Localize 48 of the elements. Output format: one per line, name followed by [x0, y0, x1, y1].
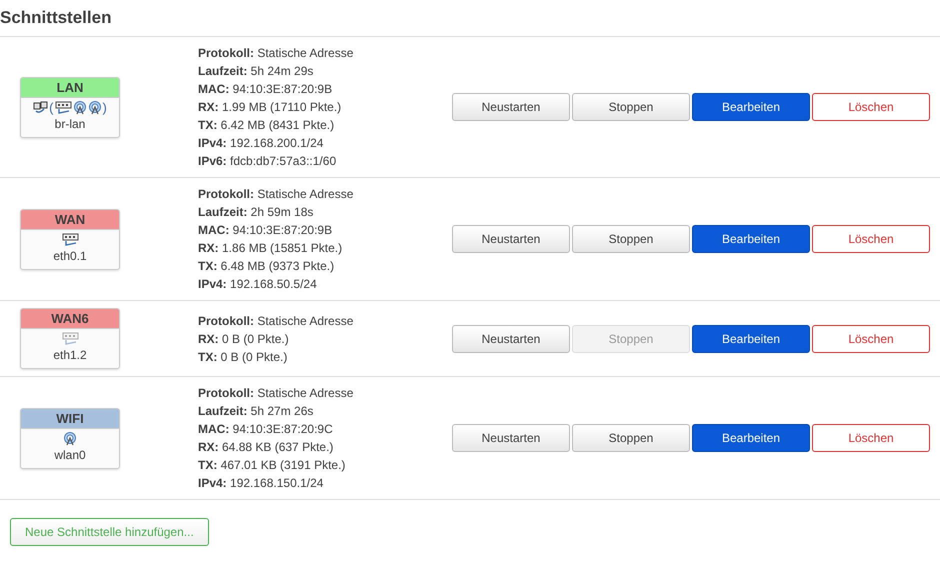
detail-line: Protokoll: Statische Adresse — [198, 45, 354, 62]
parenthesis: ( — [49, 100, 54, 114]
detail-line: TX: 0 B (0 Pkte.) — [198, 348, 288, 366]
interface-name: WAN — [21, 210, 119, 230]
detail-line: RX: 1.99 MB (17110 Pkte.) — [198, 99, 342, 116]
action-button[interactable]: Stoppen — [572, 424, 690, 452]
detail-line: TX: 6.48 MB (9373 Pkte.) — [198, 258, 336, 275]
detail-line: RX: 1.86 MB (15851 Pkte.) — [198, 240, 344, 257]
detail-line: Laufzeit: 2h 59m 18s — [198, 204, 314, 221]
detail-line: MAC: 94:10:3E:87:20:9B — [198, 81, 334, 98]
detail-line: Laufzeit: 5h 27m 26s — [198, 403, 314, 420]
detail-line: Protokoll: Statische Adresse — [198, 312, 354, 330]
device-name: eth0.1 — [52, 248, 88, 264]
interface-name: WIFI — [21, 408, 119, 428]
action-button[interactable]: Neustarten — [452, 225, 570, 253]
action-button[interactable]: Löschen — [812, 324, 930, 352]
detail-line: IPv4: 192.168.200.1/24 — [198, 135, 324, 152]
detail-line: IPv4: 192.168.50.5/24 — [198, 276, 318, 293]
action-button[interactable]: Bearbeiten — [692, 93, 810, 121]
detail-line: RX: 64.88 KB (637 Pkte.) — [198, 439, 334, 456]
device-name: wlan0 — [53, 446, 87, 462]
detail-line: Protokoll: Statische Adresse — [198, 385, 354, 402]
detail-line: MAC: 94:10:3E:87:20:9C — [198, 421, 334, 438]
section-title: Schnittstellen — [0, 7, 112, 29]
detail-line: IPv6: fdcb:db7:57a3::1/60 — [198, 153, 338, 170]
parenthesis: ) — [102, 100, 107, 114]
action-button[interactable]: Löschen — [812, 93, 930, 121]
action-button[interactable]: Neustarten — [452, 424, 570, 452]
detail-line: Laufzeit: 5h 24m 29s — [198, 63, 314, 80]
action-button[interactable]: Bearbeiten — [692, 225, 810, 253]
action-button[interactable]: Bearbeiten — [692, 324, 810, 352]
detail-line: TX: 6.42 MB (8431 Pkte.) — [198, 117, 336, 134]
detail-line: RX: 0 B (0 Pkte.) — [198, 330, 290, 348]
action-button[interactable]: Stoppen — [572, 93, 690, 121]
action-button[interactable]: Bearbeiten — [692, 424, 810, 452]
action-button[interactable]: Neustarten — [452, 93, 570, 121]
interface-name: LAN — [21, 78, 119, 98]
interface-name: WAN6 — [21, 309, 119, 329]
detail-line: TX: 467.01 KB (3191 Pkte.) — [198, 457, 346, 474]
device-name: br-lan — [54, 116, 86, 132]
action-button[interactable]: Neustarten — [452, 324, 570, 352]
device-name: eth1.2 — [52, 347, 88, 363]
action-button[interactable]: Löschen — [812, 225, 930, 253]
action-button[interactable]: Stoppen — [572, 225, 690, 253]
detail-line: Protokoll: Statische Adresse — [198, 186, 354, 203]
action-button[interactable]: Löschen — [812, 424, 930, 452]
detail-line: MAC: 94:10:3E:87:20:9B — [198, 222, 334, 239]
detail-line: IPv4: 192.168.150.1/24 — [198, 475, 324, 492]
